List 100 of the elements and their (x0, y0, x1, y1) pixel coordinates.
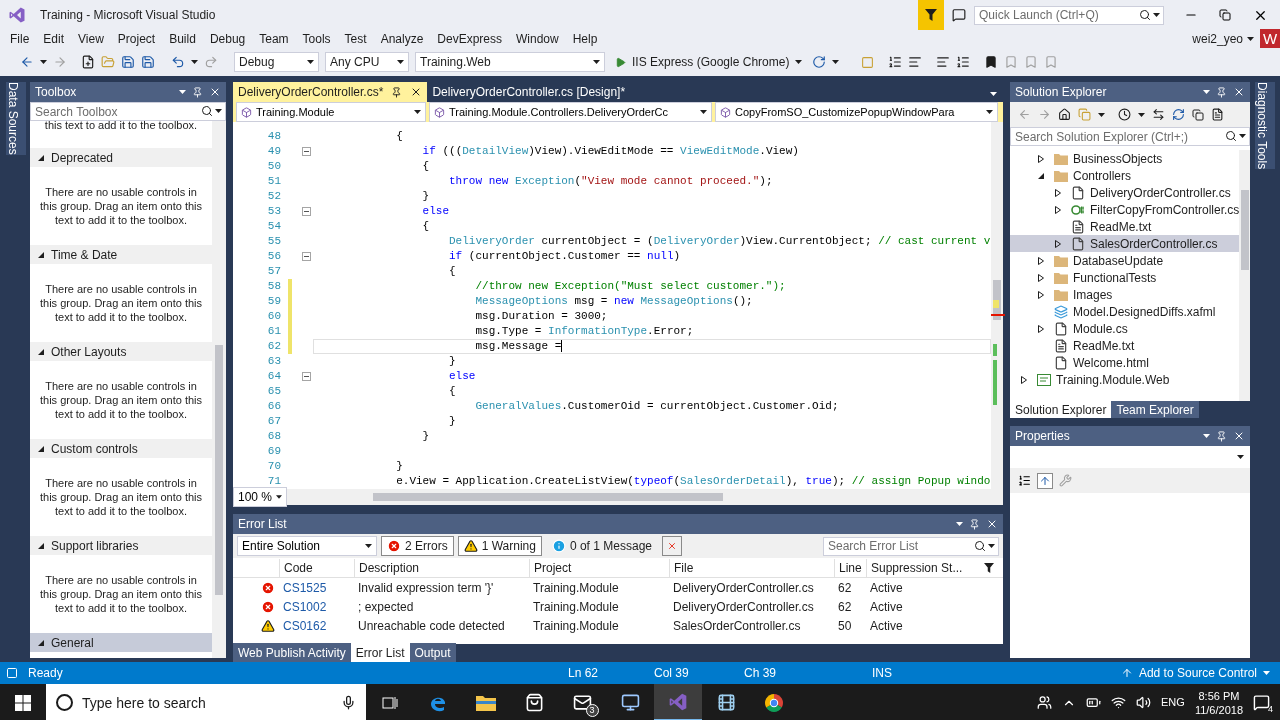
microphone-icon[interactable] (341, 695, 356, 710)
tree-item[interactable]: Model.DesignedDiffs.xafml (1010, 303, 1240, 320)
tree-item[interactable]: Images (1010, 286, 1240, 303)
toolbox-group-header[interactable]: Other Layouts (30, 342, 212, 361)
tree-item[interactable]: DeliveryOrderController.cs (1010, 184, 1240, 201)
expanded-triangle-icon[interactable] (37, 153, 45, 162)
toolbox-group-header[interactable]: Deprecated (30, 148, 212, 167)
chrome-icon[interactable] (764, 692, 784, 713)
side-tab[interactable]: Data Sources (6, 82, 26, 155)
refresh-icon[interactable] (1172, 108, 1185, 121)
tree-item[interactable]: BusinessObjects (1010, 150, 1240, 167)
expanded-triangle-icon[interactable] (37, 541, 45, 550)
zoom-dropdown[interactable]: 100 % (233, 487, 287, 507)
fold-toggle[interactable] (301, 252, 311, 261)
expanded-triangle-icon[interactable] (37, 444, 45, 453)
caret-icon[interactable] (1098, 112, 1105, 117)
editor-tab[interactable]: DeliveryOrderController.cs [Design]* (427, 82, 631, 102)
collapsed-triangle-icon[interactable] (1020, 375, 1028, 384)
caret-icon[interactable] (1247, 37, 1254, 41)
pin-icon[interactable] (192, 86, 203, 98)
collapsed-triangle-icon[interactable] (1054, 188, 1062, 197)
caret-icon[interactable] (1203, 434, 1210, 438)
categorized-icon[interactable] (1018, 474, 1031, 487)
bottom-tab[interactable]: Web Publish Activity (233, 643, 351, 662)
error-code-link[interactable]: CS1002 (279, 597, 354, 616)
home-icon[interactable] (1058, 108, 1071, 121)
caret-icon[interactable] (1153, 12, 1160, 17)
tree-item[interactable]: FilterCopyFromController.cs (1010, 201, 1240, 218)
column-header[interactable]: File (669, 558, 834, 577)
collapsed-triangle-icon[interactable] (1037, 324, 1045, 333)
error-code-link[interactable]: CS1525 (279, 578, 354, 597)
column-header[interactable]: Code (279, 558, 354, 577)
scope-dropdown[interactable]: Entire Solution (237, 536, 377, 556)
expanded-triangle-icon[interactable] (37, 250, 45, 259)
caret-icon[interactable] (191, 60, 198, 64)
menu-item[interactable]: Debug (202, 30, 253, 48)
navigation-dropdown[interactable]: Training.Module.Controllers.DeliveryOrderCc (429, 102, 712, 122)
caret-icon[interactable] (990, 92, 997, 96)
collapsed-triangle-icon[interactable] (1037, 273, 1045, 282)
caret-icon[interactable] (832, 60, 840, 64)
caret-icon[interactable] (215, 109, 222, 113)
collapsed-triangle-icon[interactable] (1054, 239, 1062, 248)
volume-icon[interactable] (1136, 695, 1152, 710)
search-icon[interactable] (201, 105, 213, 117)
caret-icon[interactable] (1237, 455, 1244, 459)
filter-toggle[interactable]: 1 Warning (457, 536, 542, 556)
filter-button[interactable] (918, 0, 944, 30)
film-icon[interactable] (716, 693, 736, 712)
language-indicator[interactable]: ENG (1161, 694, 1185, 711)
quick-launch-field[interactable]: Quick Launch (Ctrl+Q) (974, 5, 1164, 25)
close-icon[interactable] (986, 518, 998, 530)
menu-item[interactable]: File (3, 30, 37, 48)
caret-icon[interactable] (795, 60, 803, 64)
bottom-tab[interactable]: Error List (350, 643, 410, 662)
menu-item[interactable]: Edit (36, 30, 72, 48)
feedback-icon[interactable] (952, 8, 966, 22)
error-row[interactable]: CS1525 Invalid expression term '}' Training.Module DeliveryOrderController.cs 62 Active (233, 578, 1003, 597)
close-icon[interactable] (209, 86, 221, 98)
toolbox-search-field[interactable]: Search Toolbox (30, 102, 226, 121)
menu-item[interactable]: Project (110, 30, 163, 48)
task-view-icon[interactable] (381, 694, 399, 711)
caret-icon[interactable] (179, 90, 186, 94)
close-icon[interactable] (1233, 86, 1245, 98)
platform-dropdown[interactable]: Any CPU (325, 52, 409, 72)
mail-icon[interactable] (572, 693, 592, 712)
comment-icon[interactable] (956, 55, 971, 69)
menu-item[interactable]: View (71, 30, 111, 48)
toolbox-group-header[interactable]: General (30, 633, 212, 652)
expanded-triangle-icon[interactable] (37, 347, 45, 356)
caret-icon[interactable] (307, 60, 314, 64)
tree-item[interactable]: ReadMe.txt (1010, 337, 1240, 354)
caret-icon[interactable] (365, 544, 372, 548)
tree-item[interactable]: Controllers (1010, 167, 1240, 184)
save-icon[interactable] (121, 55, 135, 69)
menu-item[interactable]: DevExpress (430, 30, 509, 48)
tree-item[interactable]: Module.cs (1010, 320, 1240, 337)
bookmark-icon[interactable] (984, 55, 999, 69)
menu-item[interactable]: Test (337, 30, 374, 48)
people-icon[interactable] (1037, 695, 1053, 710)
fold-toggle[interactable] (301, 207, 311, 216)
fold-toggle[interactable] (301, 372, 311, 381)
filter-toggle[interactable]: 0 of 1 Message (545, 536, 658, 556)
filter-icon[interactable] (984, 562, 994, 573)
battery-icon[interactable] (1086, 695, 1102, 710)
clear-filter-button[interactable] (662, 536, 682, 556)
back-icon[interactable] (20, 55, 34, 69)
caret-icon[interactable] (414, 110, 421, 114)
caret-icon[interactable] (1203, 90, 1210, 94)
collapsed-triangle-icon[interactable] (1037, 154, 1045, 163)
close-icon[interactable] (1233, 430, 1245, 442)
alphabetical-button[interactable] (1037, 472, 1053, 489)
toolbox-group-header[interactable]: Custom controls (30, 439, 212, 458)
panel-tab[interactable]: Team Explorer (1111, 401, 1199, 418)
toolbox-group-header[interactable]: Support libraries (30, 536, 212, 555)
indent-icon[interactable] (936, 55, 951, 69)
notifications-icon[interactable] (1253, 694, 1270, 711)
collapsed-triangle-icon[interactable] (1037, 256, 1045, 265)
shopping-bag-icon[interactable] (524, 693, 544, 712)
search-icon[interactable] (1225, 130, 1237, 142)
solution-search-field[interactable]: Search Solution Explorer (Ctrl+;) (1010, 127, 1250, 146)
